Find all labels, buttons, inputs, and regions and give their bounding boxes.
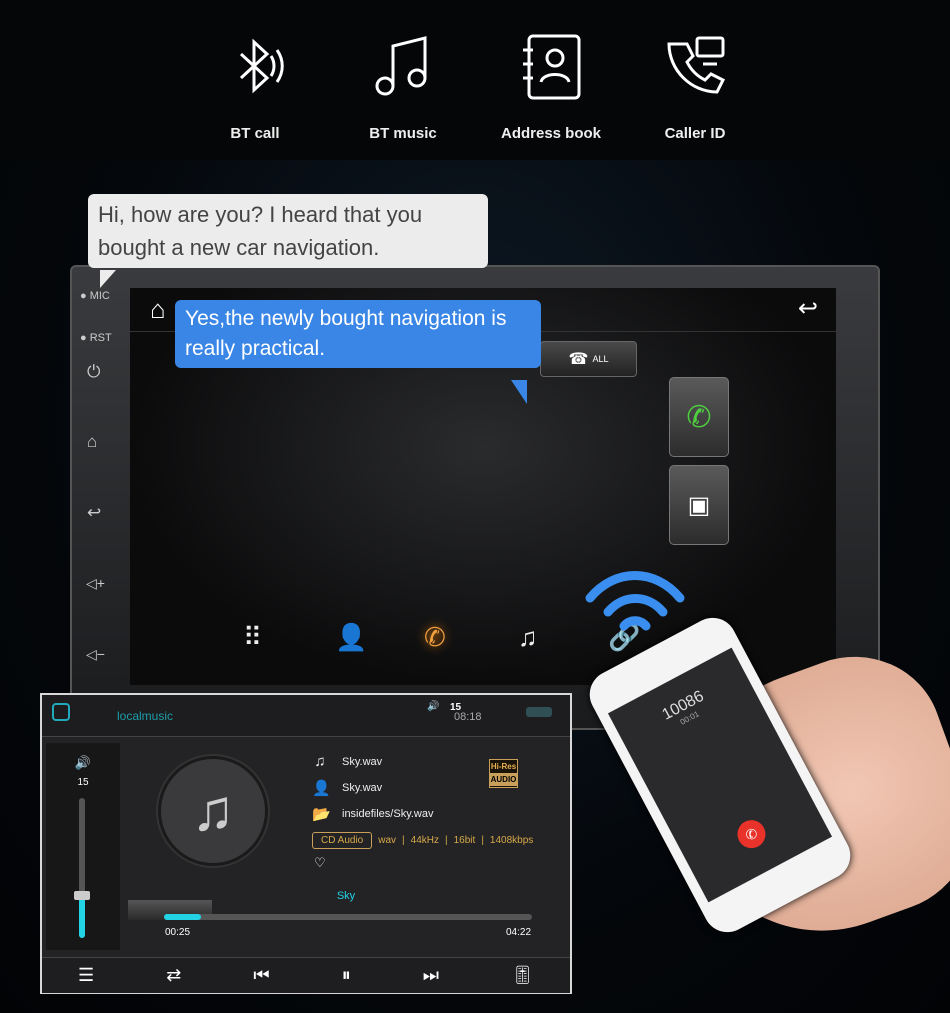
album-art-music-icon: ♫ (158, 756, 268, 866)
speaker-icon: 🔊 (427, 701, 440, 712)
blue-chat-bubble: Yes,the newly bought navigation is reall… (175, 300, 541, 368)
volume-value: 15 (77, 777, 89, 788)
folder-icon: 📂 (312, 806, 331, 823)
phone-icon: ☎ (568, 351, 589, 368)
next-track-icon[interactable]: ⏭ (423, 965, 439, 986)
track-artist-row: 👤 Sky.wav (312, 779, 382, 797)
feature-address-book: Address book (491, 30, 611, 142)
app-home-icon[interactable] (52, 703, 70, 721)
sample-rate: 44kHz (410, 835, 440, 846)
music-note-icon (375, 36, 427, 96)
elapsed-time: 00:25 (165, 927, 191, 938)
track-artist: Sky.wav (342, 782, 383, 794)
volume-icon: 🔊 (74, 755, 92, 770)
seek-bar[interactable] (164, 914, 532, 920)
power-icon[interactable]: ⏻ (87, 362, 100, 382)
lyric-line: Sky (336, 890, 356, 902)
music-topbar: localmusic 🔊 15 08:18 (42, 695, 570, 737)
playback-controls: ☰ ⇄ ⏮ ⏸ ⏭ 🎚 (42, 957, 570, 993)
favorite-heart-icon[interactable]: ♡ (314, 855, 326, 871)
rst-label[interactable]: ● RST (80, 332, 112, 344)
volume-panel: 🔊 15 (46, 743, 120, 950)
bluetooth-icon (239, 38, 284, 94)
format: wav (378, 835, 397, 846)
note-icon: ♫ (314, 753, 326, 770)
caller-id-icon (667, 36, 726, 94)
feature-caller-id: Caller ID (635, 30, 755, 142)
bubble-tail (100, 270, 116, 288)
duration: 04:22 (506, 927, 532, 938)
hang-up-button[interactable]: ✆ (732, 815, 771, 854)
screen-back-icon[interactable]: ↩ (798, 294, 818, 323)
rst-text: RST (89, 332, 112, 344)
home-icon[interactable]: ⌂ (87, 432, 97, 452)
volume-slider[interactable] (74, 798, 90, 938)
phone-number: 10086 (659, 687, 707, 724)
bitrate: 1408kbps (489, 835, 534, 846)
back-button[interactable] (526, 707, 552, 717)
feature-label: BT call (230, 125, 280, 142)
answer-call-button[interactable]: ✆ (669, 377, 729, 457)
feature-label: Address book (500, 125, 602, 142)
quality-badge: CD Audio (312, 832, 373, 849)
music-player-panel: localmusic 🔊 15 08:18 🔊 15 ♫ ♫ Sky.wav 👤 S… (40, 693, 572, 994)
back-icon[interactable]: ↩ (87, 503, 101, 523)
volume-down-icon[interactable]: ◁− (86, 646, 105, 663)
mic-text: MIC (89, 290, 110, 302)
wifi-signal-icon (585, 571, 685, 631)
mic-label: ● MIC (80, 290, 110, 302)
pause-icon[interactable]: ⏸ (342, 965, 351, 986)
bit-depth: 16bit (453, 835, 476, 846)
dialpad-icon[interactable]: ⠿ (243, 622, 262, 653)
grey-chat-bubble: Hi, how are you? I heard that you bought… (88, 194, 488, 268)
repeat-icon[interactable]: ⇄ (166, 965, 181, 986)
track-path-row: 📂 insidefiles/Sky.wav (312, 805, 434, 823)
track-title: Sky.wav (342, 755, 383, 768)
phone-device-icon: ▣ (687, 491, 711, 519)
all-label: ALL (592, 354, 609, 364)
hires-audio-logo: Hi-Res AUDIO (489, 759, 518, 788)
equalizer-icon[interactable]: 🎚 (511, 965, 534, 986)
clock: 08:18 (454, 711, 482, 723)
phone-answer-icon: ✆ (686, 400, 712, 434)
music-icon[interactable]: ♫ (518, 622, 538, 653)
track-title-row: ♫ Sky.wav (312, 753, 382, 770)
audio-format-row: CD Audio wav | 44kHz | 16bit | 1408kbps (312, 832, 533, 849)
feature-bt-music: BT music (343, 30, 463, 142)
previous-track-icon[interactable]: ⏮ (253, 965, 269, 986)
address-book-icon (523, 34, 581, 100)
feature-bt-call: BT call (195, 30, 315, 142)
person-icon: 👤 (312, 780, 331, 797)
feature-label: Caller ID (664, 125, 726, 142)
call-log-icon[interactable]: ✆ (424, 622, 446, 653)
playlist-icon[interactable]: ☰ (78, 965, 94, 986)
screen-home-icon[interactable]: ⌂ (150, 294, 166, 325)
feature-label: BT music (369, 125, 437, 142)
bubble-tail (511, 380, 527, 404)
contacts-icon[interactable]: 👤 (335, 622, 367, 653)
app-title: localmusic (117, 709, 174, 723)
volume-up-icon[interactable]: ◁+ (86, 575, 105, 592)
all-calls-button[interactable]: ☎ ALL (540, 341, 637, 377)
track-path: insidefiles/Sky.wav (342, 808, 434, 820)
phone-transfer-button[interactable]: ▣ (669, 465, 729, 545)
